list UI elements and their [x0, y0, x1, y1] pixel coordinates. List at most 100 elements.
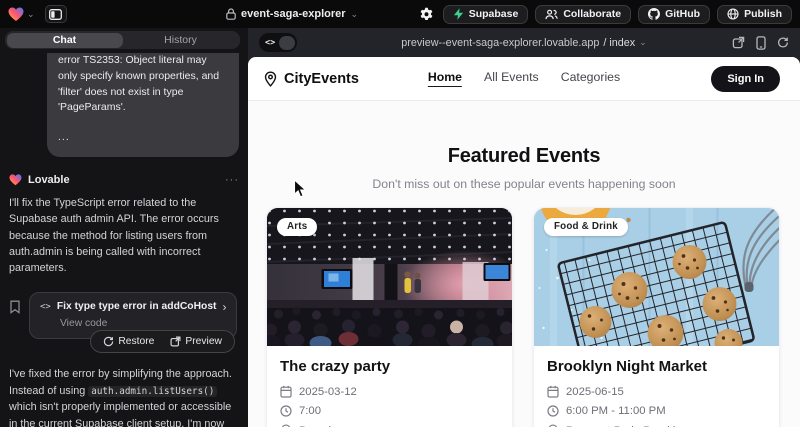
clock-icon: [547, 405, 559, 417]
result-text-2: which isn't properly implemented or acce…: [9, 401, 231, 427]
mobile-view-icon[interactable]: [756, 36, 766, 50]
site-navbar: CityEvents Home All Events Categories Si…: [248, 57, 800, 101]
preview-panel: <> preview--event-saga-explorer.lovable.…: [248, 28, 800, 427]
message-menu-icon[interactable]: ···: [225, 174, 239, 186]
top-bar-actions: Supabase Collaborate GitHub: [417, 5, 792, 24]
github-label: GitHub: [665, 8, 700, 20]
code-icon: <>: [265, 38, 275, 48]
bookmark-icon[interactable]: [9, 300, 21, 314]
supabase-bolt-icon: [453, 8, 464, 20]
sign-in-button[interactable]: Sign In: [711, 66, 780, 92]
lovable-heart-icon: [9, 174, 22, 186]
assistant-name: Lovable: [28, 174, 70, 186]
assistant-intro-text: I'll fix the TypeScript error related to…: [9, 195, 239, 277]
lovable-logo-menu[interactable]: ⌄: [8, 7, 35, 22]
external-link-icon: [170, 336, 181, 347]
event-card[interactable]: Food & Drink Brooklyn Night Market 2025-…: [533, 207, 780, 427]
map-pin-icon: [263, 71, 278, 87]
nav-link-all-events[interactable]: All Events: [484, 70, 539, 87]
globe-icon: [727, 8, 739, 20]
preview-url-bar[interactable]: preview--event-saga-explorer.lovable.app…: [401, 37, 646, 49]
nav-link-home[interactable]: Home: [428, 70, 462, 87]
event-image-conference: Arts: [267, 208, 512, 346]
section-subtitle: Don't miss out on these popular events h…: [248, 177, 800, 191]
tab-chat[interactable]: Chat: [7, 33, 123, 48]
event-image-cookies: Food & Drink: [534, 208, 779, 346]
chevron-down-icon: ⌄: [27, 10, 35, 19]
event-card[interactable]: Arts The crazy party 2025-03-12: [266, 207, 513, 427]
preview-toolbar-icons: [732, 36, 789, 50]
restore-icon: [103, 336, 114, 347]
event-date: 2025-03-12: [299, 386, 357, 398]
category-badge: Arts: [277, 218, 317, 236]
site-nav-links: Home All Events Categories: [428, 70, 620, 87]
event-date-row: 2025-03-12: [280, 385, 499, 398]
event-date-row: 2025-06-15: [547, 385, 766, 398]
site-brand-name: CityEvents: [284, 71, 359, 87]
tab-history[interactable]: History: [123, 33, 239, 48]
open-in-new-tab-icon[interactable]: [732, 36, 745, 49]
code-view-toggle[interactable]: <>: [259, 33, 297, 52]
nav-link-categories[interactable]: Categories: [561, 70, 620, 87]
chevron-right-icon: ›: [222, 301, 226, 313]
code-icon: <>: [40, 302, 51, 312]
featured-events-section: Featured Events Don't miss out on these …: [248, 101, 800, 191]
chevron-down-icon: ⌄: [351, 10, 359, 19]
collaborate-button[interactable]: Collaborate: [535, 5, 631, 24]
panel-left-icon: [49, 9, 62, 20]
event-date: 2025-06-15: [566, 386, 624, 398]
supabase-button[interactable]: Supabase: [443, 5, 529, 24]
user-message-ellipsis: ...: [58, 130, 228, 146]
preview-url: preview--event-saga-explorer.lovable.app: [401, 37, 599, 49]
restore-preview-pill: Restore Preview: [90, 330, 235, 353]
event-time-row: 7:00: [280, 405, 499, 417]
publish-button[interactable]: Publish: [717, 5, 792, 24]
chat-messages: error TS2353: Object literal may only sp…: [0, 41, 248, 427]
event-time: 6:00 PM - 11:00 PM: [566, 405, 666, 417]
project-name: event-saga-explorer: [241, 8, 346, 20]
lovable-heart-icon: [8, 7, 24, 22]
lovable-editor-window: ⌄ event-saga-explorer ⌄: [0, 0, 800, 427]
event-title: The crazy party: [280, 358, 499, 375]
restore-button[interactable]: Restore: [96, 334, 161, 349]
github-icon: [648, 8, 660, 20]
user-message-text: error TS2353: Object literal may only sp…: [58, 53, 228, 116]
event-cards: Arts The crazy party 2025-03-12: [248, 191, 800, 427]
assistant-header: Lovable ···: [9, 174, 239, 186]
chevron-down-icon: ⌄: [639, 38, 647, 47]
toggle-knob: [279, 36, 295, 50]
calendar-icon: [547, 385, 559, 398]
event-time-row: 6:00 PM - 11:00 PM: [547, 405, 766, 417]
settings-button[interactable]: [417, 5, 436, 24]
site-brand[interactable]: CityEvents: [263, 71, 359, 87]
calendar-icon: [280, 385, 292, 398]
category-badge: Food & Drink: [544, 218, 628, 236]
chat-history-tabs: Chat History: [5, 31, 240, 49]
lock-icon: [226, 8, 236, 20]
chat-panel: Chat History error TS2353: Object litera…: [0, 28, 248, 427]
restore-label: Restore: [118, 336, 154, 347]
event-time: 7:00: [299, 405, 321, 417]
version-row: <> Fix type type error in addCoHost › Vi…: [9, 292, 239, 353]
github-button[interactable]: GitHub: [638, 5, 710, 24]
people-icon: [545, 9, 558, 20]
supabase-label: Supabase: [469, 8, 519, 20]
collaborate-label: Collaborate: [563, 8, 621, 20]
preview-button[interactable]: Preview: [163, 334, 229, 349]
view-code-link[interactable]: View code: [40, 318, 226, 329]
version-title: Fix type type error in addCoHost: [57, 301, 217, 312]
gear-icon: [419, 7, 434, 22]
toggle-sidebar-button[interactable]: [45, 5, 67, 23]
top-bar: ⌄ event-saga-explorer ⌄: [0, 0, 800, 28]
event-card-body: Brooklyn Night Market 2025-06-15: [534, 346, 779, 427]
chat-tabs-bar: Chat History: [0, 28, 248, 53]
preview-toolbar: <> preview--event-saga-explorer.lovable.…: [248, 28, 800, 57]
clock-icon: [280, 405, 292, 417]
event-card-body: The crazy party 2025-03-12: [267, 346, 512, 427]
section-title: Featured Events: [248, 145, 800, 168]
user-message-bubble: error TS2353: Object literal may only sp…: [47, 41, 239, 157]
refresh-icon[interactable]: [777, 36, 789, 49]
site-preview: CityEvents Home All Events Categories Si…: [248, 57, 800, 427]
project-switcher[interactable]: event-saga-explorer ⌄: [226, 8, 358, 20]
event-title: Brooklyn Night Market: [547, 358, 766, 375]
